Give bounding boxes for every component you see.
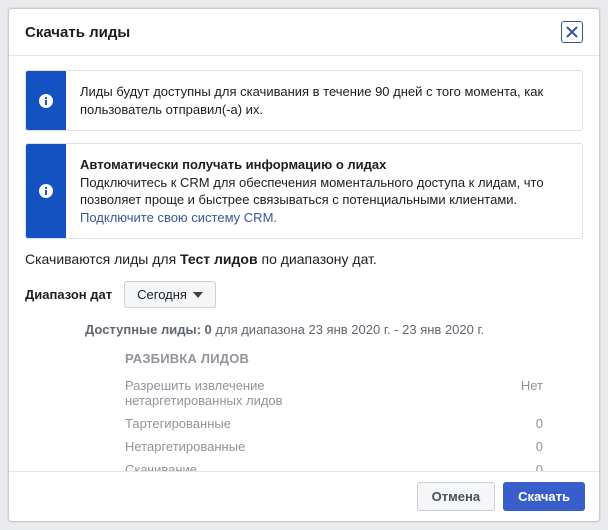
info-crm-title: Автоматически получать информацию о лида… — [80, 157, 386, 172]
info-box-retention: Лиды будут доступны для скачивания в теч… — [25, 70, 583, 131]
breakdown-row: Тартегированные 0 — [125, 412, 543, 435]
breakdown-label: Тартегированные — [125, 416, 231, 431]
info-crm-text: Подключитесь к CRM для обеспечения момен… — [80, 175, 544, 208]
breakdown-row: Нетаргетированные 0 — [125, 435, 543, 458]
connect-crm-link[interactable]: Подключите свою систему CRM. — [80, 210, 277, 225]
info-icon — [38, 183, 54, 199]
available-suffix: для диапазона 23 янв 2020 г. - 23 янв 20… — [212, 322, 484, 337]
available-prefix: Доступные лиды: — [85, 322, 205, 337]
info-side — [26, 71, 66, 130]
info-content: Автоматически получать информацию о лида… — [66, 144, 582, 238]
download-button[interactable]: Скачать — [503, 482, 585, 511]
breakdown-label: Нетаргетированные — [125, 439, 245, 454]
dialog-title: Скачать лиды — [25, 24, 130, 41]
breakdown-label: Разрешить извлечение нетаргетированных л… — [125, 378, 365, 408]
breakdown-title: РАЗБИВКА ЛИДОВ — [125, 351, 543, 366]
download-leads-dialog: Скачать лиды Лиды будут доступны для ска… — [8, 8, 600, 522]
dialog-body: Лиды будут доступны для скачивания в теч… — [9, 56, 599, 471]
dialog-footer: Отмена Скачать — [9, 471, 599, 521]
info-icon — [38, 93, 54, 109]
leads-prefix: Скачиваются лиды для — [25, 251, 180, 267]
close-button[interactable] — [561, 21, 583, 43]
available-count: 0 — [205, 322, 212, 337]
cancel-button[interactable]: Отмена — [417, 482, 495, 511]
breakdown-label: Скачивание — [125, 462, 197, 471]
info-content: Лиды будут доступны для скачивания в теч… — [66, 71, 582, 130]
date-range-label: Диапазон дат — [25, 287, 112, 302]
info-retention-text: Лиды будут доступны для скачивания в теч… — [80, 84, 543, 117]
available-leads-line: Доступные лиды: 0 для диапазона 23 янв 2… — [85, 322, 583, 337]
breakdown-value: 0 — [536, 439, 543, 454]
date-range-row: Диапазон дат Сегодня — [25, 281, 583, 308]
breakdown-row: Скачивание 0 — [125, 458, 543, 471]
breakdown-row: Разрешить извлечение нетаргетированных л… — [125, 374, 543, 412]
close-icon — [566, 26, 578, 38]
leads-suffix: по диапазону дат. — [258, 251, 377, 267]
dialog-header: Скачать лиды — [9, 9, 599, 56]
breakdown-value: Нет — [521, 378, 543, 408]
leads-for-line: Скачиваются лиды для Тест лидов по диапа… — [25, 251, 583, 267]
date-range-dropdown[interactable]: Сегодня — [124, 281, 216, 308]
chevron-down-icon — [193, 292, 203, 298]
leads-breakdown: РАЗБИВКА ЛИДОВ Разрешить извлечение нета… — [125, 351, 543, 471]
info-box-crm: Автоматически получать информацию о лида… — [25, 143, 583, 239]
info-side — [26, 144, 66, 238]
breakdown-value: 0 — [536, 462, 543, 471]
date-range-value: Сегодня — [137, 287, 187, 302]
leads-form-name: Тест лидов — [180, 251, 258, 267]
breakdown-value: 0 — [536, 416, 543, 431]
